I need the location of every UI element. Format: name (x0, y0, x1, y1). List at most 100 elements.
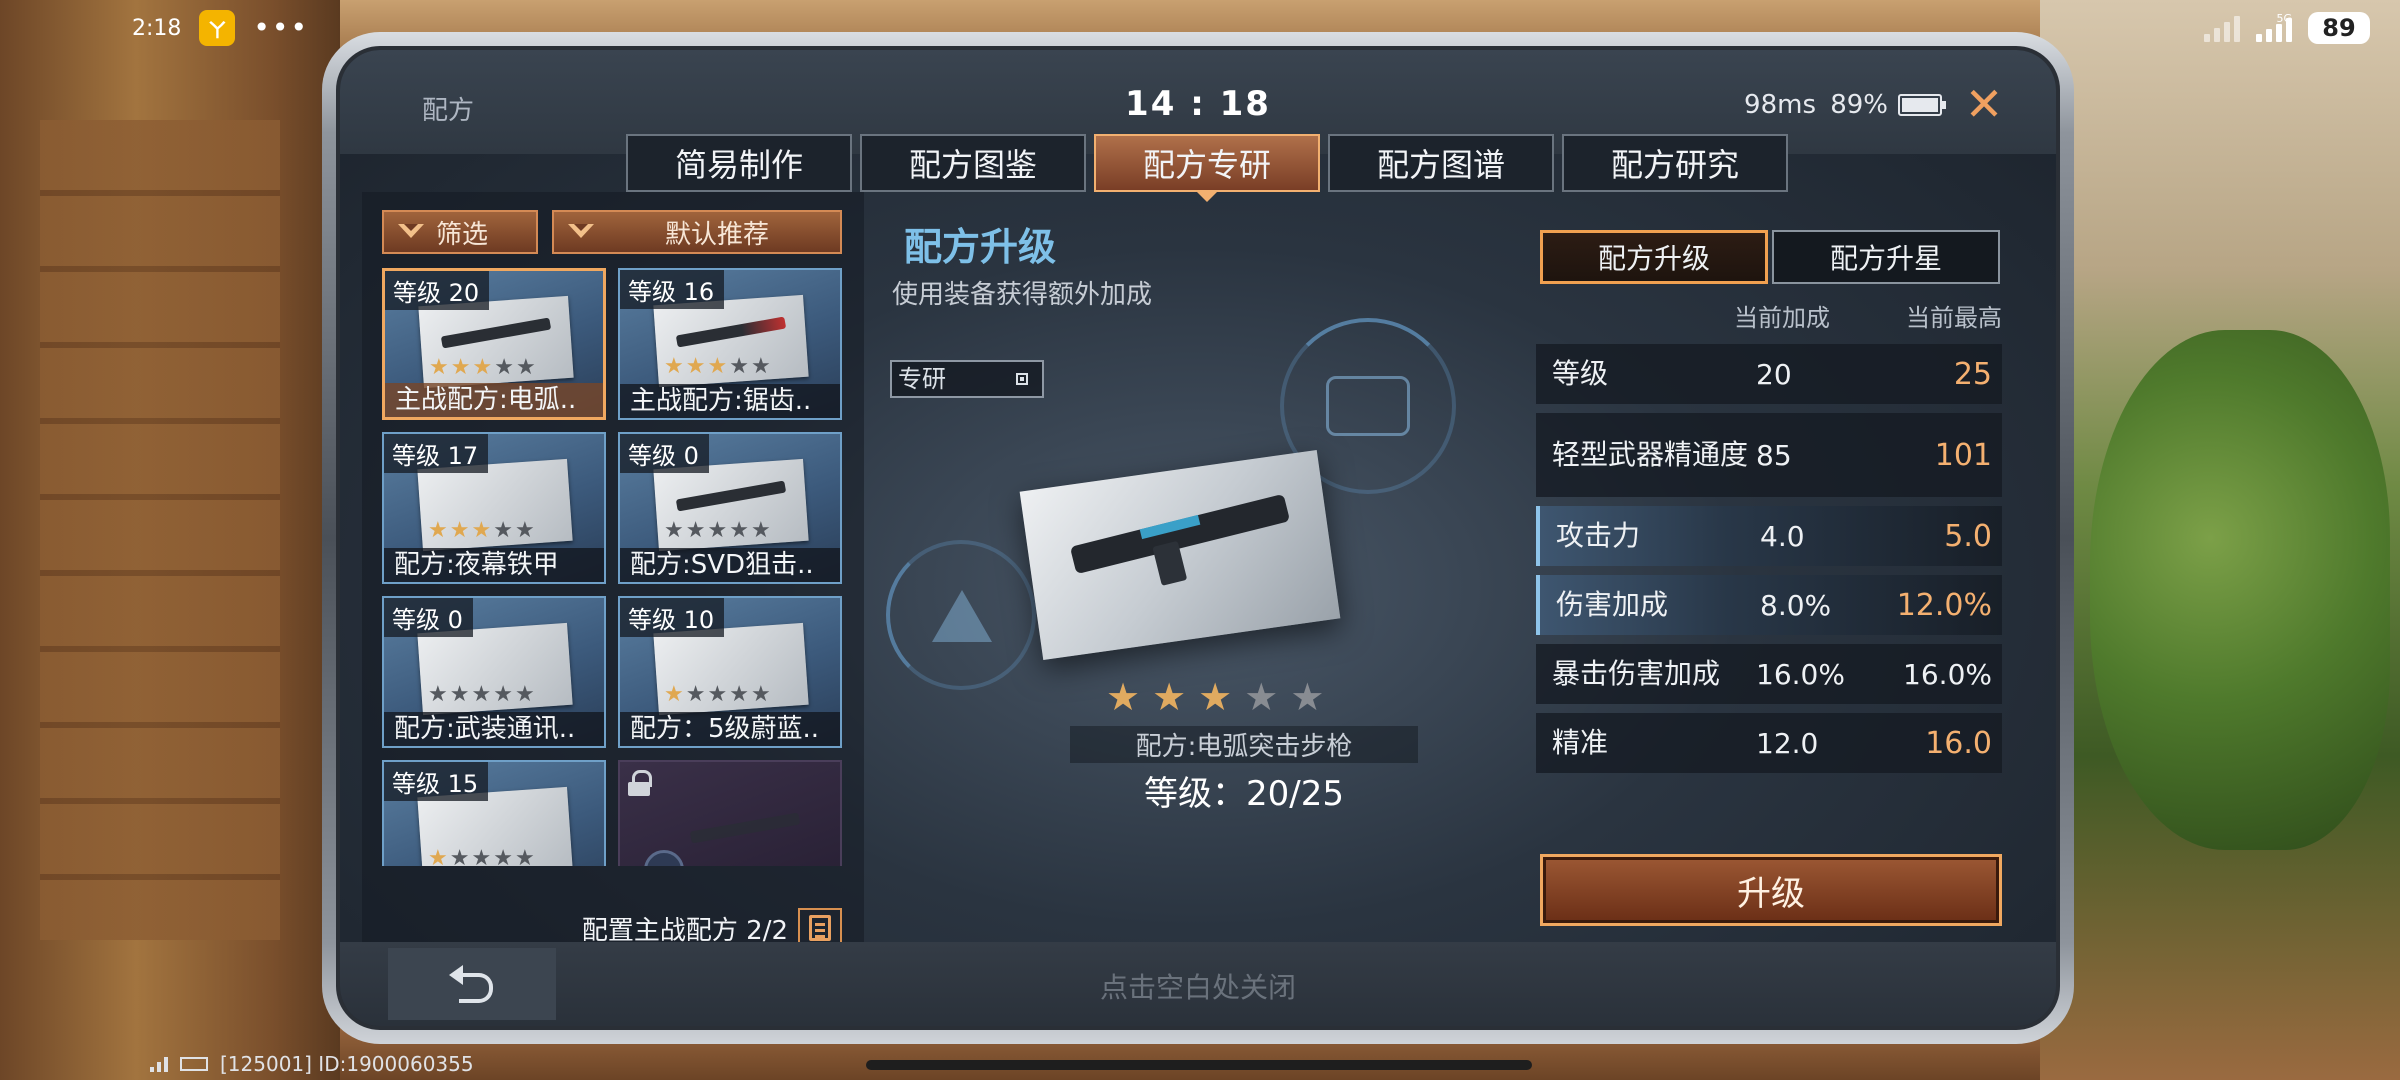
star-rating: ★ ★ ★ ★ ★ (428, 682, 535, 707)
tap-to-close-hint: 点击空白处关闭 (1099, 971, 1296, 1004)
background-right (2040, 0, 2400, 1080)
stat-row: 精准 12.0 16.0 (1536, 713, 2002, 773)
detail-level: 等级：20/25 (1144, 774, 1344, 814)
card-level: 等级 0 (620, 434, 709, 473)
star-rating: ★ ★ ★ ★ ★ (429, 355, 536, 380)
close-icon[interactable]: ✕ (1960, 80, 2008, 128)
chevron-down-icon (566, 222, 596, 242)
stat-max: 101 (1934, 437, 1992, 473)
card-name: 配方:武装通讯.. (384, 712, 604, 746)
card-level: 等级 0 (384, 598, 473, 637)
stat-name: 攻击力 (1556, 518, 1641, 552)
battery-icon (180, 1057, 208, 1071)
stat-max: 25 (1953, 356, 1992, 392)
recipe-card[interactable]: ★ ★ ★ ★ ★ 等级 10 配方：5级蔚蓝.. (618, 596, 842, 748)
wifi-signal-icon (2204, 14, 2240, 42)
col-current-bonus: 当前加成 (1734, 304, 1830, 332)
star-rating: ★ ★ ★ ★ ★ (664, 682, 771, 707)
filter-label: 筛选 (436, 219, 489, 250)
lock-icon (628, 770, 652, 796)
sort-dropdown[interactable]: 默认推荐 (552, 210, 842, 254)
background-bush (2090, 330, 2390, 850)
toggle-checkbox-icon (1016, 373, 1028, 385)
star-rating: ★ ★ ★ ★ ★ (664, 518, 771, 543)
sort-label: 默认推荐 (664, 219, 769, 250)
status-time: 2:18 (132, 15, 182, 41)
stat-row: 轻型武器精通度 85 101 (1536, 413, 2002, 497)
hud-triangle-icon (932, 590, 992, 642)
card-level: 等级 10 (620, 598, 725, 637)
device-id: [125001] ID:1900060355 (220, 1052, 474, 1076)
detail-subtitle: 使用装备获得额外加成 (892, 280, 1153, 310)
stat-name: 轻型武器精通度 (1552, 437, 1749, 471)
weapon-image (689, 812, 801, 844)
phone-status-right: 5G 89 (2204, 10, 2370, 46)
card-level: 等级 20 (385, 271, 490, 310)
card-name: 主战配方:电弧.. (385, 383, 603, 417)
background-left (0, 0, 340, 1080)
stat-current: 12.0 (1756, 726, 1819, 760)
stat-max: 5.0 (1944, 518, 1992, 554)
device-info-row: [125001] ID:1900060355 (150, 1052, 474, 1076)
card-name: 主战配方:锯齿.. (620, 384, 840, 418)
stat-current: 20 (1756, 357, 1792, 391)
recipe-card-locked[interactable] (618, 760, 842, 866)
stat-name: 伤害加成 (1556, 587, 1669, 621)
stat-row: 伤害加成 8.0% 12.0% (1536, 575, 2002, 635)
config-text: 配置主战配方 2/2 (581, 915, 788, 946)
card-level: 等级 15 (384, 762, 489, 801)
home-indicator[interactable] (866, 1060, 1532, 1070)
tab-recipe-codex[interactable]: 配方图鉴 (860, 134, 1086, 192)
tab-recipe-specialize[interactable]: 配方专研 (1094, 134, 1320, 202)
recipe-card[interactable]: ★ ★ ★ ★ ★ 等级 0 配方:SVD狙击.. (618, 432, 842, 584)
phone-status-left: 2:18 ㄚ ••• (132, 10, 309, 46)
stat-row: 暴击伤害加成 16.0% 16.0% (1536, 644, 2002, 704)
upgrade-sub-tabs: 配方升级 配方升星 (1540, 230, 2000, 284)
recipe-card[interactable]: ★ ★ ★ ★ ★ 等级 20 主战配方:电弧.. (382, 268, 606, 420)
upgrade-button[interactable]: 升级 (1540, 854, 2002, 926)
stat-current: 4.0 (1760, 519, 1805, 553)
stat-current: 85 (1756, 438, 1792, 472)
stat-row: 等级 20 25 (1536, 344, 2002, 404)
device-frame: 配方 14 : 18 98ms 89% ✕ 简易制作 配方图鉴 配方专研 配方图… (322, 32, 2074, 1044)
recipe-card[interactable]: ★ ★ ★ ★ ★ 等级 16 主战配方:锯齿.. (618, 268, 842, 420)
card-level: 等级 16 (620, 270, 725, 309)
stat-max: 16.0% (1903, 657, 1992, 691)
bottom-bar[interactable]: 点击空白处关闭 (340, 942, 2056, 1026)
stat-max: 16.0 (1925, 725, 1992, 761)
card-name: 配方:夜幕铁甲 (384, 548, 604, 582)
chevron-down-icon (396, 222, 426, 242)
signal-icon (150, 1056, 168, 1072)
tab-simple-craft[interactable]: 简易制作 (626, 134, 852, 192)
detail-title: 配方升级 (904, 225, 1057, 269)
battery-percent: 89% (1830, 90, 1888, 120)
recipe-card[interactable]: ★ ★ ★ ★ ★ 等级 15 (382, 760, 606, 866)
stat-name: 暴击伤害加成 (1552, 656, 1721, 690)
tab-recipe-atlas[interactable]: 配方图谱 (1328, 134, 1554, 192)
stat-current: 8.0% (1760, 588, 1832, 622)
tab-recipe-upgrade[interactable]: 配方升级 (1540, 230, 1768, 284)
phone-battery-indicator: 89 (2308, 12, 2370, 44)
stats-header: 当前加成 当前最高 (1540, 298, 2002, 332)
star-rating: ★ ★ ★ ★ ★ (428, 846, 535, 867)
research-toggle-label: 专研 (898, 365, 946, 393)
recipe-card[interactable]: ★ ★ ★ ★ ★ 等级 0 配方:武装通讯.. (382, 596, 606, 748)
filter-button[interactable]: 筛选 (382, 210, 538, 254)
stat-name: 等级 (1552, 356, 1609, 390)
star-rating: ★ ★ ★ ★ ★ (664, 354, 771, 379)
game-screen[interactable]: 配方 14 : 18 98ms 89% ✕ 简易制作 配方图鉴 配方专研 配方图… (336, 46, 2060, 1030)
stat-name: 精准 (1552, 725, 1609, 759)
recipe-card-grid: ★ ★ ★ ★ ★ 等级 20 主战配方:电弧.. ★ ★ ★ ★ ★ 等级 16 主战配方:锯… (382, 268, 846, 866)
tab-recipe-star-up[interactable]: 配方升星 (1772, 230, 2000, 284)
card-name: 配方：5级蔚蓝.. (620, 712, 840, 746)
recipe-card[interactable]: ★ ★ ★ ★ ★ 等级 17 配方:夜幕铁甲 (382, 432, 606, 584)
network-type-label: 5G (2276, 12, 2292, 25)
stat-max: 12.0% (1896, 587, 1992, 623)
research-toggle[interactable]: 专研 (890, 360, 1044, 398)
app-notification-icon: ㄚ (199, 10, 236, 46)
more-notifications-icon: ••• (253, 11, 309, 44)
cellular-signal-icon: 5G (2256, 12, 2292, 42)
tab-recipe-research[interactable]: 配方研究 (1562, 134, 1788, 192)
col-current-max: 当前最高 (1906, 304, 2002, 332)
ping-readout: 98ms (1744, 90, 1816, 120)
